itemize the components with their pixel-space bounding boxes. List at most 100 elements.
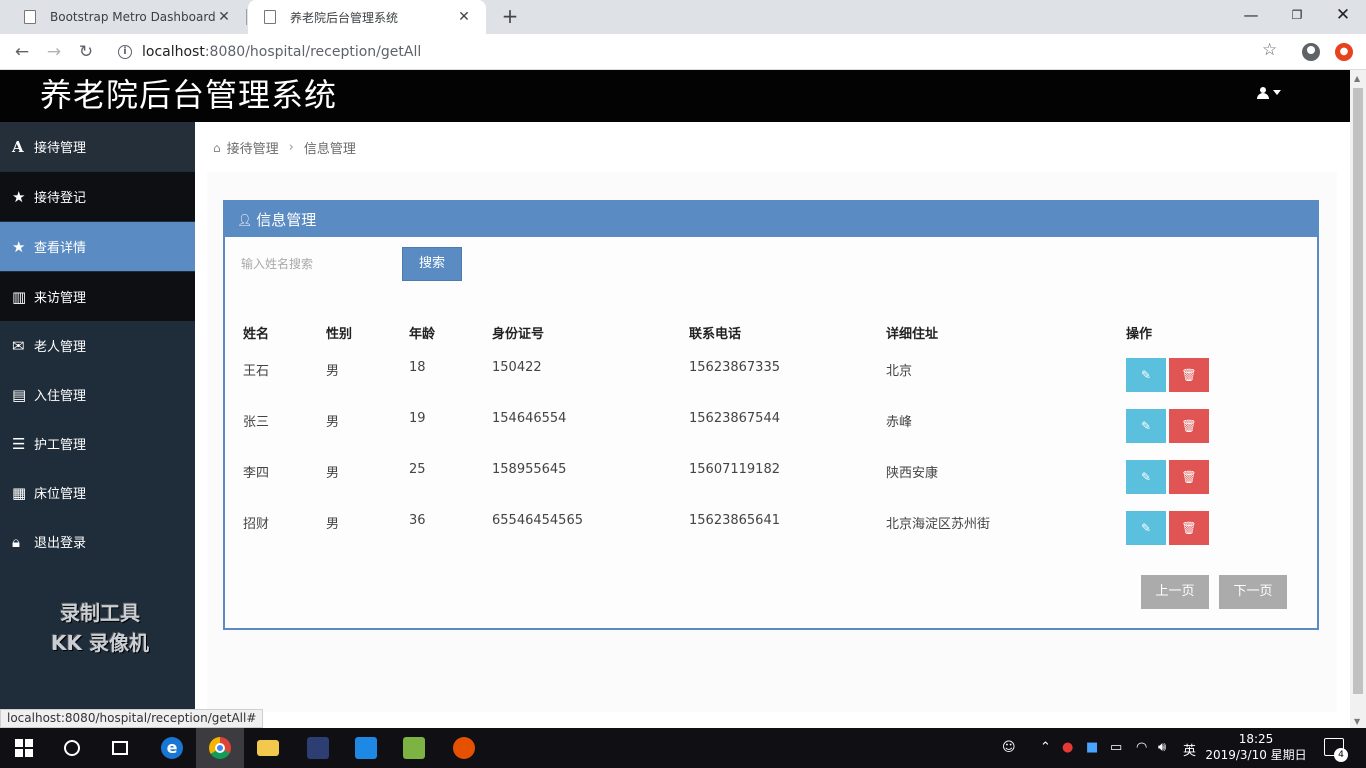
status-bar-url: localhost:8080/hospital/reception/getAll… [0,709,264,728]
cell-address: 北京海淀区苏州街 [886,517,991,532]
cell-gender: 男 [326,517,340,532]
cell-address: 北京 [886,364,913,379]
cell-id-number: 65546454565 [492,513,583,528]
system-clock[interactable]: 18:25 2019/3/10 星期日 [1200,731,1312,763]
scroll-up-icon[interactable]: ▲ [1354,74,1360,83]
bar-chart-icon: ▥ [12,287,27,306]
user-icon: 👤︎ [237,212,253,227]
new-tab-button[interactable]: + [498,5,522,29]
sidebar-item-elders[interactable]: ✉ 老人管理 [0,321,195,370]
cell-age: 36 [409,513,426,528]
close-tab-icon[interactable]: ✕ [216,9,232,25]
info-icon[interactable]: i [118,45,132,59]
back-button[interactable]: ← [10,40,34,64]
breadcrumb-parent[interactable]: 接待管理 [227,138,279,157]
column-header-age: 年龄 [409,327,436,342]
sidebar-item-reception[interactable]: A 接待管理 [0,122,195,171]
restore-button[interactable]: ❐ [1284,4,1310,28]
sidebar-item-checkin[interactable]: ▤ 入住管理 [0,370,195,419]
edit-button[interactable]: ✎ [1126,358,1166,392]
browser-toolbar: ← → ↻ i localhost:8080/hospital/receptio… [0,34,1366,70]
sidebar-item-visits[interactable]: ▥ 来访管理 [0,272,195,321]
chevron-up-icon[interactable]: ⌃ [1040,740,1051,755]
antivirus-icon[interactable]: ● [1062,740,1073,755]
sidebar-item-label: 床位管理 [34,487,87,502]
cell-name: 张三 [243,415,270,430]
minimize-button[interactable]: — [1238,4,1264,28]
sidebar-item-beds[interactable]: ▦ 床位管理 [0,468,195,517]
browser-tab-dashboard[interactable]: Bootstrap Metro Dashboard b ✕ [8,0,247,34]
wifi-icon[interactable]: ◠ [1136,740,1147,755]
user-menu[interactable] [1257,86,1281,102]
prev-page-button[interactable]: 上一页 [1141,575,1209,609]
reload-button[interactable]: ↻ [74,40,98,64]
column-header-actions: 操作 [1126,327,1153,342]
delete-button[interactable]: 🗑︎ [1169,511,1209,545]
extension-icon[interactable]: ● [1335,43,1353,61]
battery-icon[interactable]: ▭ [1110,740,1122,755]
cell-name: 李四 [243,466,270,481]
address-bar[interactable]: i localhost:8080/hospital/reception/getA… [106,38,1292,66]
bookmark-star-icon[interactable]: ☆ [1262,40,1277,60]
edit-button[interactable]: ✎ [1126,511,1166,545]
notification-count-badge: 4 [1334,748,1348,762]
breadcrumb-separator: › [288,140,294,155]
url-path: :8080/hospital/reception/getAll [204,44,422,60]
delete-button[interactable]: 🗑︎ [1169,409,1209,443]
breadcrumb: ⌂ 接待管理 › 信息管理 [213,138,356,157]
name-search-input[interactable] [235,248,395,280]
bluetooth-icon[interactable]: ■ [1086,740,1098,755]
page-scrollbar[interactable]: ▲ ▼ [1350,70,1366,728]
scroll-down-icon[interactable]: ▼ [1354,717,1360,726]
ide-icon [307,737,329,759]
star-icon: ★ [12,237,26,256]
start-button[interactable] [0,728,48,768]
sidebar-item-label: 查看详情 [34,241,87,256]
recorder-app[interactable] [440,728,488,768]
cortana-icon [64,740,80,756]
vscode-app[interactable] [342,728,390,768]
panel-header: 👤︎ 信息管理 [225,202,1317,237]
chrome-app[interactable] [196,728,244,768]
people-icon[interactable]: ☺ [1002,740,1016,755]
account-icon[interactable] [1302,43,1320,61]
edit-button[interactable]: ✎ [1126,460,1166,494]
sidebar-item-logout[interactable]: 🔒︎ 退出登录 [0,517,195,566]
trash-icon: 🗑︎ [1181,368,1197,382]
trash-icon: 🗑︎ [1181,470,1197,484]
list-icon: ☰ [12,434,26,453]
browser-tab-active[interactable]: 养老院后台管理系统 ✕ [248,0,486,34]
edge-icon: e [161,737,183,759]
sidebar-item-register[interactable]: ★ 接待登记 [0,172,195,221]
delete-button[interactable]: 🗑︎ [1169,460,1209,494]
volume-icon[interactable]: 🔊︎ [1158,740,1166,755]
recorder-watermark: 录制工具 KK 录像机 [30,598,170,658]
forward-button[interactable]: → [42,40,66,64]
close-tab-icon[interactable]: ✕ [456,9,472,25]
edit-icon: ✎ [1140,419,1152,433]
window-close-button[interactable]: ✕ [1330,4,1356,28]
delete-button[interactable]: 🗑︎ [1169,358,1209,392]
cell-gender: 男 [326,466,340,481]
hdd-icon: ▤ [12,385,27,404]
file-explorer-app[interactable] [244,728,292,768]
app-header: 养老院后台管理系统 [0,70,1350,122]
panel-title: 信息管理 [256,211,317,229]
sidebar-item-details[interactable]: ★ 查看详情 [0,222,195,271]
cell-age: 18 [409,360,426,375]
search-button[interactable]: 搜索 [402,247,462,281]
scroll-thumb[interactable] [1353,88,1363,694]
caret-down-icon [1273,90,1281,95]
task-view-button[interactable] [96,728,144,768]
search-button[interactable] [48,728,96,768]
notepad-app[interactable] [390,728,438,768]
edit-button[interactable]: ✎ [1126,409,1166,443]
tab-title: Bootstrap Metro Dashboard b [50,10,216,24]
sidebar-item-label: 接待登记 [34,191,87,206]
cell-age: 19 [409,411,426,426]
eclipse-app[interactable] [294,728,342,768]
ime-indicator[interactable]: 英 [1183,740,1196,759]
sidebar-item-caregivers[interactable]: ☰ 护工管理 [0,419,195,468]
edge-app[interactable]: e [148,728,196,768]
next-page-button[interactable]: 下一页 [1219,575,1287,609]
